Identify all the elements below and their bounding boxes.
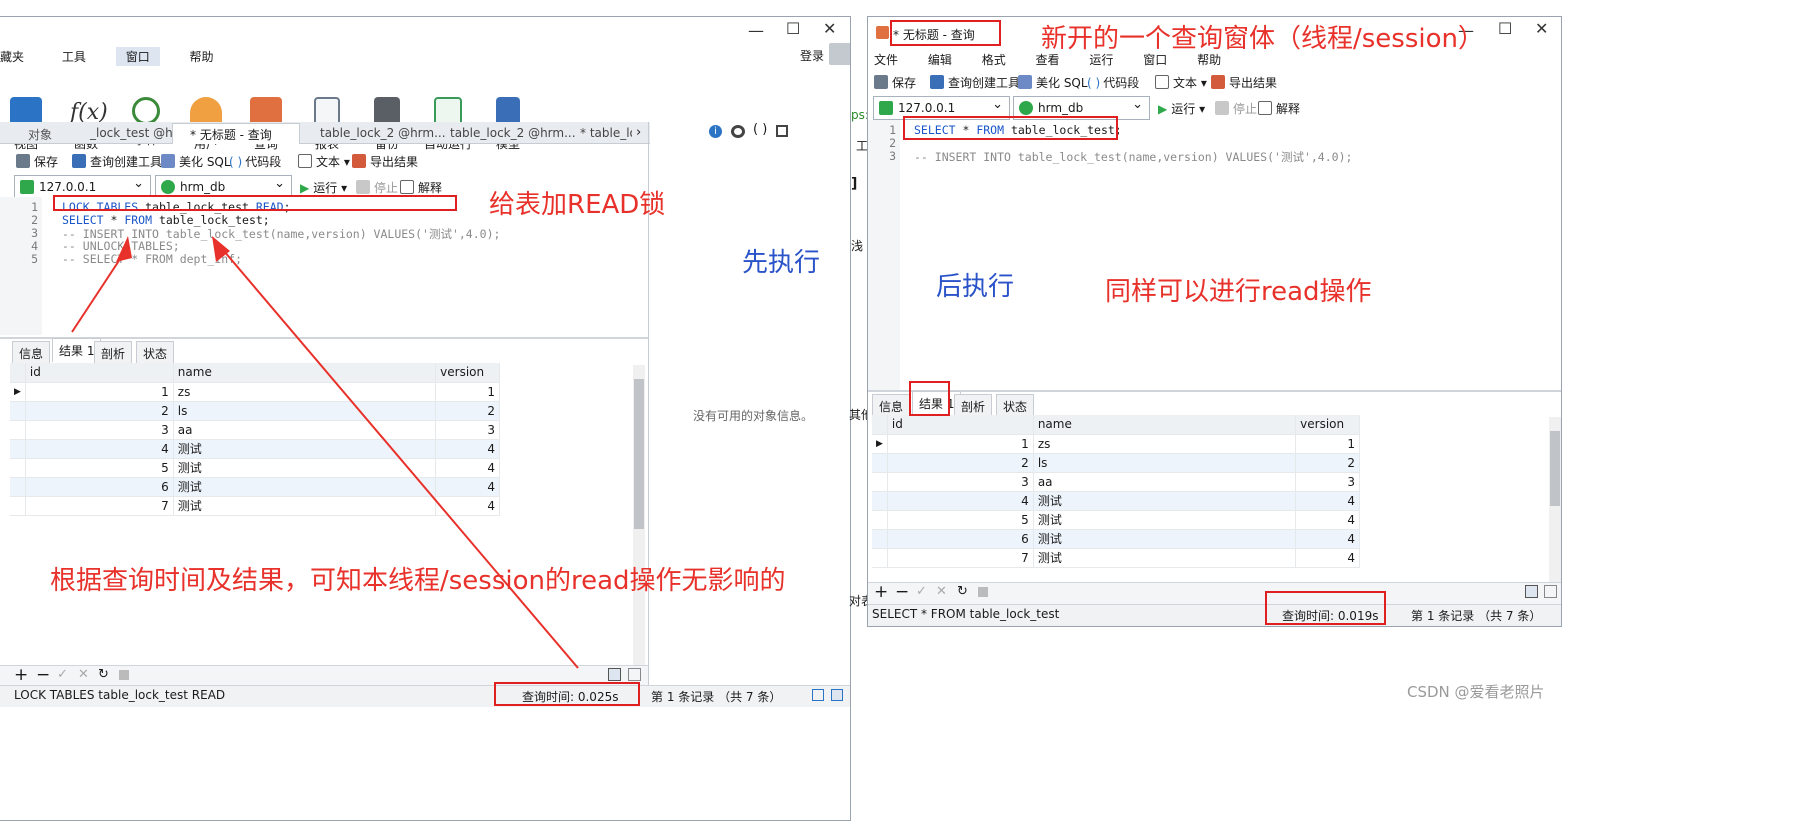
arrow-head-select [212, 236, 230, 262]
annotation-later-exec: 后执行 [936, 272, 1015, 302]
annotation-same-read: 同样可以进行read操作 [1105, 277, 1372, 307]
arrow-to-lock-line [71, 252, 125, 333]
arrow-head-lock [116, 236, 132, 262]
watermark: CSDN @爱看老照片 [1407, 683, 1545, 701]
annotation-arrows [71, 236, 579, 669]
annotation-new-window: 新开的一个查询窗体（线程/session） [1041, 24, 1485, 54]
arrow-to-select-line [217, 243, 579, 669]
annotation-add-read-lock: 给表加READ锁 [489, 190, 666, 220]
annotation-first-exec: 先执行 [742, 248, 821, 278]
annotation-conclusion: 根据查询时间及结果，可知本线程/session的read操作无影响的 [50, 566, 786, 596]
